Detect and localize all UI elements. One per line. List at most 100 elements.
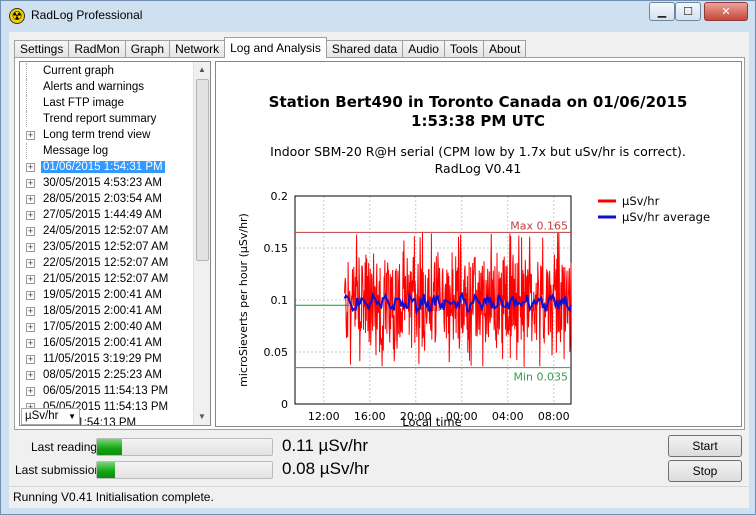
tree-item[interactable]: +24/05/2015 12:52:07 AM [20, 223, 194, 239]
last-submission-fill [97, 462, 115, 478]
x-axis-label: Local time [402, 415, 461, 426]
tree-item-label: Current graph [43, 65, 114, 77]
x-tick-label: 16:00 [354, 410, 386, 423]
expand-icon[interactable]: + [26, 338, 35, 348]
tree-item[interactable]: +27/05/2015 1:44:49 AM [20, 207, 194, 223]
chart-title: Station Bert490 in Toronto Canada on 01/… [269, 93, 688, 111]
expand-icon[interactable]: + [26, 370, 35, 380]
tree-item-label: Trend report summary [43, 113, 157, 125]
expand-icon[interactable]: + [26, 194, 35, 204]
last-reading-fill [97, 439, 122, 455]
tree-item[interactable]: +01/06/2015 1:54:31 PM [20, 159, 194, 175]
tab-network[interactable]: Network [169, 40, 226, 58]
expand-icon[interactable]: + [26, 162, 35, 172]
tab-graph[interactable]: Graph [124, 40, 171, 58]
expand-icon[interactable]: + [26, 242, 35, 252]
expand-icon[interactable]: + [26, 178, 35, 188]
tree-item-label: 23/05/2015 12:52:07 AM [43, 241, 169, 253]
tree-item-label: 18/05/2015 2:00:41 AM [43, 305, 162, 317]
x-tick-label: 12:00 [308, 410, 340, 423]
tree-item-label: Last FTP image [43, 97, 124, 109]
tab-tools[interactable]: Tools [443, 40, 484, 58]
tree-item[interactable]: Current graph [20, 63, 194, 79]
tree-item[interactable]: +17/05/2015 2:00:40 AM [20, 319, 194, 335]
close-icon: ✕ [721, 6, 731, 18]
expand-icon[interactable]: + [26, 210, 35, 220]
y-tick-label: 0.2 [271, 190, 289, 203]
tree-item-label: 11/05/2015 3:19:29 PM [43, 353, 162, 365]
dropdown-arrow-icon: ▼ [68, 412, 76, 421]
maximize-button[interactable]: ☐ [675, 2, 701, 21]
tab-radmon[interactable]: RadMon [68, 40, 126, 58]
y-axis-label: microSieverts per hour (µSv/hr) [237, 213, 250, 387]
main-window: ☢ RadLog Professional ▁ ☐ ✕ Settings RadM… [0, 0, 756, 515]
expand-icon[interactable]: + [26, 354, 35, 364]
tree-item[interactable]: +06/05/2015 11:54:13 PM [20, 383, 194, 399]
expand-icon[interactable]: + [26, 258, 35, 268]
expand-icon[interactable]: + [26, 386, 35, 396]
scroll-thumb[interactable] [196, 79, 209, 261]
tree-item[interactable]: +08/05/2015 2:25:23 AM [20, 367, 194, 383]
tab-audio[interactable]: Audio [402, 40, 445, 58]
x-tick-label: 04:00 [492, 410, 524, 423]
chart-subtitle: RadLog V0.41 [435, 161, 522, 176]
last-reading-value: 0.11 µSv/hr [282, 436, 369, 455]
x-tick-label: 08:00 [538, 410, 570, 423]
minimize-icon: ▁ [657, 6, 667, 18]
tab-settings[interactable]: Settings [14, 40, 70, 58]
close-button[interactable]: ✕ [704, 2, 748, 21]
expand-icon[interactable]: + [26, 274, 35, 284]
tree-item[interactable]: Alerts and warnings [20, 79, 194, 95]
scroll-down-icon[interactable]: ▼ [194, 409, 210, 425]
tree-item[interactable]: +16/05/2015 2:00:41 AM [20, 335, 194, 351]
log-analysis-panel: Current graph Alerts and warnings Last FTP… [14, 57, 745, 430]
tree-item-label: 17/05/2015 2:00:40 AM [43, 321, 162, 333]
tree-item-label: Long term trend view [43, 129, 151, 141]
stop-button[interactable]: Stop [668, 460, 742, 482]
tree-item[interactable]: Message log [20, 143, 194, 159]
series-line-usv [344, 232, 572, 367]
tree-item-label: 21/05/2015 12:52:07 AM [43, 273, 169, 285]
tab-about[interactable]: About [482, 40, 527, 58]
tree-item[interactable]: +19/05/2015 2:00:41 AM [20, 287, 194, 303]
tree-item[interactable]: +18/05/2015 2:00:41 AM [20, 303, 194, 319]
log-tree[interactable]: Current graph Alerts and warnings Last FTP… [19, 61, 211, 426]
tree-item[interactable]: Last FTP image [20, 95, 194, 111]
tab-strip: Settings RadMon Graph Network Log and Analys… [14, 37, 527, 58]
tree-item-label: 24/05/2015 12:52:07 AM [43, 225, 169, 237]
unit-select[interactable]: µSv/hr ▼ [21, 408, 80, 425]
tree-line [26, 79, 35, 95]
expand-icon[interactable]: + [26, 226, 35, 236]
tree-line [26, 95, 35, 111]
tree-item[interactable]: +11/05/2015 3:19:29 PM [20, 351, 194, 367]
scroll-up-icon[interactable]: ▲ [194, 62, 210, 78]
legend-label-usv: µSv/hr [622, 194, 660, 208]
chart-subtitle: Indoor SBM-20 R@H serial (CPM low by 1.7… [270, 144, 686, 159]
tree-item[interactable]: +21/05/2015 12:52:07 AM [20, 271, 194, 287]
legend-label-average: µSv/hr average [622, 210, 710, 224]
tree-items: Current graph Alerts and warnings Last FTP… [20, 63, 194, 425]
tree-scrollbar[interactable]: ▲ ▼ [193, 62, 210, 425]
tree-item[interactable]: +30/05/2015 4:53:23 AM [20, 175, 194, 191]
minimize-button[interactable]: ▁ [649, 2, 675, 21]
expand-icon[interactable]: + [26, 306, 35, 316]
expand-icon[interactable]: + [26, 130, 35, 140]
y-tick-label: 0 [281, 398, 288, 411]
radiation-icon: ☢ [9, 8, 25, 24]
radiation-chart: Station Bert490 in Toronto Canada on 01/… [237, 93, 710, 429]
unit-select-value: µSv/hr [25, 410, 59, 422]
tree-item[interactable]: +23/05/2015 12:52:07 AM [20, 239, 194, 255]
tree-line [26, 111, 35, 127]
start-button[interactable]: Start [668, 435, 742, 457]
tree-item[interactable]: +22/05/2015 12:52:07 AM [20, 255, 194, 271]
y-tick-label: 0.15 [264, 242, 289, 255]
tree-item-label: Alerts and warnings [43, 81, 144, 93]
window-title: RadLog Professional [31, 8, 143, 22]
tree-item[interactable]: +28/05/2015 2:03:54 AM [20, 191, 194, 207]
expand-icon[interactable]: + [26, 290, 35, 300]
tree-item[interactable]: Trend report summary [20, 111, 194, 127]
expand-icon[interactable]: + [26, 322, 35, 332]
tab-log-and-analysis[interactable]: Log and Analysis [224, 37, 327, 58]
tab-shared-data[interactable]: Shared data [325, 40, 404, 58]
tree-item[interactable]: + Long term trend view [20, 127, 194, 143]
